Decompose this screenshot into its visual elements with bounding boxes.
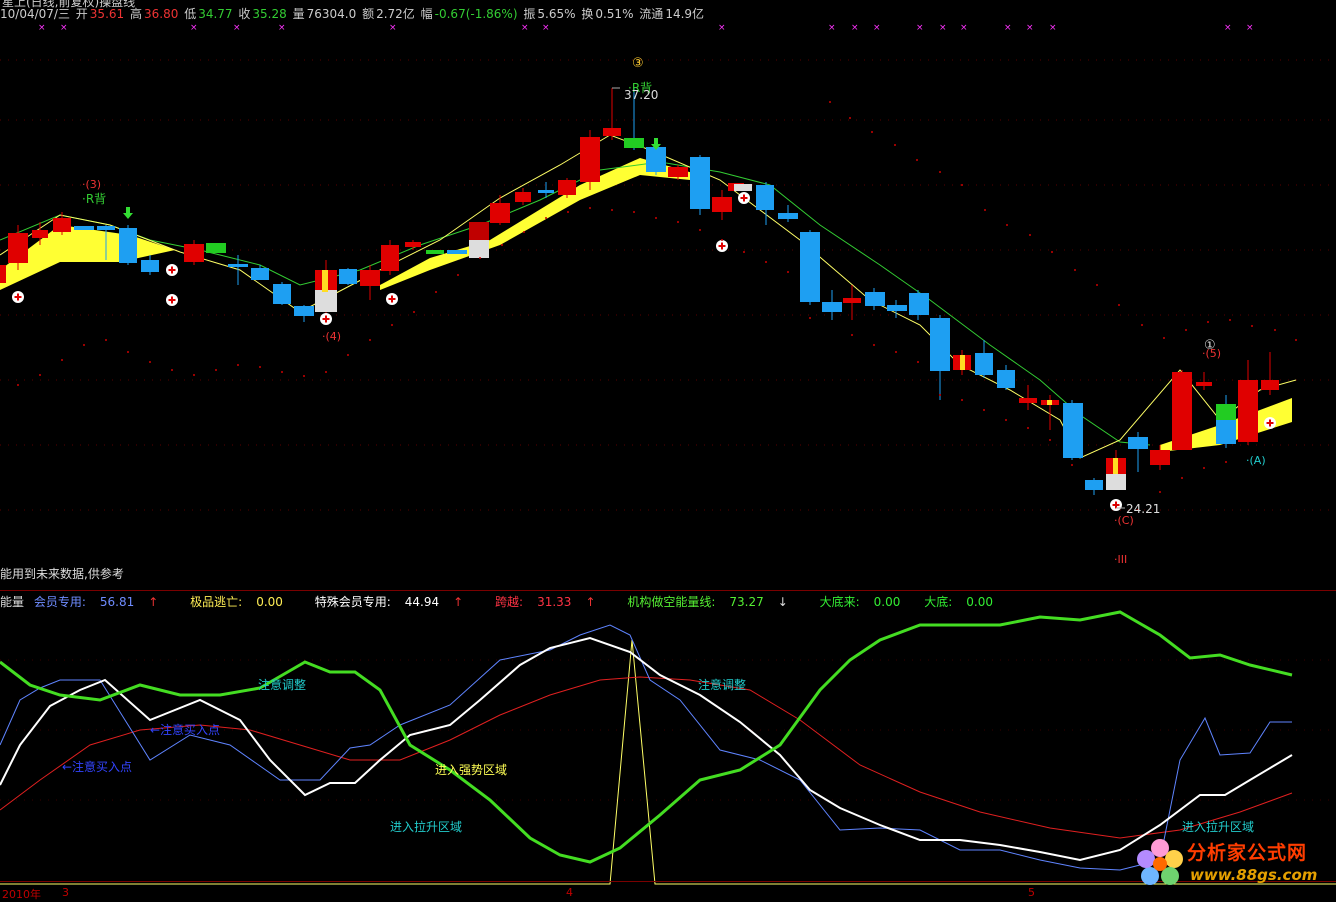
adjust-annotation-1: 注意调整 [258, 678, 307, 692]
amount-label: 额 [362, 7, 375, 21]
indicator-header: 能量 会员专用: 56.81 ↑ 极品逃亡: 0.00 特殊会员专用: 44.94 ↑ 跨… [0, 593, 1021, 609]
svg-text:×: × [718, 23, 726, 33]
member-line [0, 624, 1292, 871]
panel-divider[interactable] [0, 590, 1336, 591]
buy-markers [12, 192, 1276, 511]
quote-info-bar: 星上(日线,前复权)操盘线 10/04/07/三 开 35.61 高 36.80 低… [0, 0, 706, 21]
future-data-notice: 能用到未来数据,供参考 [0, 567, 124, 581]
candlesticks [0, 88, 1279, 495]
watermark-url: www.88gs.com [1190, 866, 1318, 884]
leap-label: 跨越: [495, 595, 524, 609]
svg-text:×: × [1026, 23, 1034, 33]
svg-text:×: × [1049, 23, 1057, 33]
special-member-line [0, 676, 1293, 839]
peak-circle-label: ③ [632, 56, 644, 71]
up-arrow-icon: ↑ [585, 595, 596, 609]
close-label: 收 [238, 7, 251, 21]
bottom-number: 0.00 [966, 595, 993, 609]
close-value: 35.28 [252, 7, 287, 21]
member-number: 56.81 [99, 595, 135, 609]
buy-annotation-1: ←注意买入点 [150, 723, 221, 737]
wave-c-label: ·(C) [1114, 514, 1134, 527]
svg-text:×: × [389, 23, 397, 33]
leap-number: 31.33 [537, 595, 572, 609]
bottom-coming-number: 0.00 [873, 595, 901, 609]
chart-canvas[interactable]: × × × × × × × × × × × × × × × × × × × × [0, 0, 1336, 900]
wave-a-label: ·(A) [1246, 454, 1266, 467]
svg-text:×: × [38, 23, 46, 33]
amplitude-label: 振 [523, 7, 536, 21]
pull-zone-annotation-1: 进入拉升区域 [390, 820, 463, 834]
up-arrow-icon: ↑ [453, 595, 464, 609]
institution-label: 机构做空能量线: [627, 595, 716, 609]
svg-text:×: × [278, 23, 286, 33]
low-label: 低 [184, 7, 197, 21]
turnover-label: 换 [581, 7, 594, 21]
up-arrow-icon: ↑ [148, 595, 159, 609]
float-value: 14.9亿 [665, 7, 705, 21]
change-value: -0.67(-1.86%) [434, 7, 518, 21]
volume-value: 76304.0 [306, 7, 357, 21]
down-arrow-icon: ↓ [777, 595, 788, 609]
svg-text:×: × [851, 23, 859, 33]
flower-logo-icon [1137, 839, 1183, 885]
trend-yellow-line [0, 134, 1297, 459]
watermark-logo: 分析家公式网 www.88gs.com [1132, 834, 1332, 892]
axis-month-5: 5 [1028, 886, 1035, 899]
escape-number: 0.00 [256, 595, 283, 609]
svg-text:×: × [521, 23, 529, 33]
header-title: 星上(日线,前复权)操盘线 [2, 0, 136, 9]
high-value: 36.80 [144, 7, 179, 21]
member-value: 会员专用: 56.81 ↑ [34, 595, 172, 609]
svg-text:×: × [916, 23, 924, 33]
bottom-label: 大底: [924, 595, 953, 609]
change-label: 幅 [420, 7, 433, 21]
leap-value: 跨越: 31.33 ↑ [495, 595, 609, 609]
turnover-value: 0.51% [595, 7, 634, 21]
wave5-label: ·(5) [1202, 347, 1222, 360]
special-number: 44.94 [404, 595, 440, 609]
special-value: 特殊会员专用: 44.94 ↑ [315, 595, 477, 609]
escape-label: 极品逃亡: [190, 595, 243, 609]
bottom-value: 大底: 0.00 [924, 595, 1007, 609]
wave4-label: ·(4) [322, 330, 342, 343]
institution-number: 73.27 [729, 595, 764, 609]
peak-price-label: 37.20 [624, 88, 659, 102]
svg-text:×: × [939, 23, 947, 33]
top-markers: × × × × × × × × × × × × × × × × × × × × [38, 23, 1254, 33]
escape-value: 极品逃亡: 0.00 [190, 595, 297, 609]
institution-value: 机构做空能量线: 73.27 ↓ [627, 595, 801, 609]
svg-text:×: × [828, 23, 836, 33]
svg-text:×: × [190, 23, 198, 33]
svg-text:×: × [542, 23, 550, 33]
volume-label: 量 [292, 7, 305, 21]
bottom-coming-value: 大底来: 0.00 [820, 595, 915, 609]
axis-month-3: 3 [62, 886, 69, 899]
svg-text:×: × [1246, 23, 1254, 33]
float-label: 流通 [639, 7, 664, 21]
svg-text:×: × [873, 23, 881, 33]
svg-text:×: × [233, 23, 241, 33]
svg-text:×: × [960, 23, 968, 33]
watermark-title: 分析家公式网 [1187, 842, 1308, 864]
svg-text:×: × [1224, 23, 1232, 33]
member-label: 会员专用: [33, 595, 86, 609]
amplitude-value: 5.65% [537, 7, 576, 21]
strong-zone-annotation: 进入强势区域 [435, 763, 508, 777]
wave-iii-label: ·III [1114, 553, 1128, 566]
low-value: 34.77 [198, 7, 233, 21]
svg-text:×: × [60, 23, 68, 33]
pull-zone-annotation-2: 进入拉升区域 [1182, 820, 1255, 834]
svg-text:×: × [1004, 23, 1012, 33]
buy-annotation-2: ←注意买入点 [62, 760, 133, 774]
amount-value: 2.72亿 [376, 7, 415, 21]
yellow-ribbon [0, 158, 1292, 452]
left-r-label: ·R背 [82, 192, 107, 206]
bottom-coming-label: 大底来: [819, 595, 860, 609]
axis-month-4: 4 [566, 886, 573, 899]
special-label: 特殊会员专用: [314, 595, 391, 609]
indicator-name[interactable]: 能量 [0, 595, 24, 609]
adjust-annotation-2: 注意调整 [698, 678, 747, 692]
